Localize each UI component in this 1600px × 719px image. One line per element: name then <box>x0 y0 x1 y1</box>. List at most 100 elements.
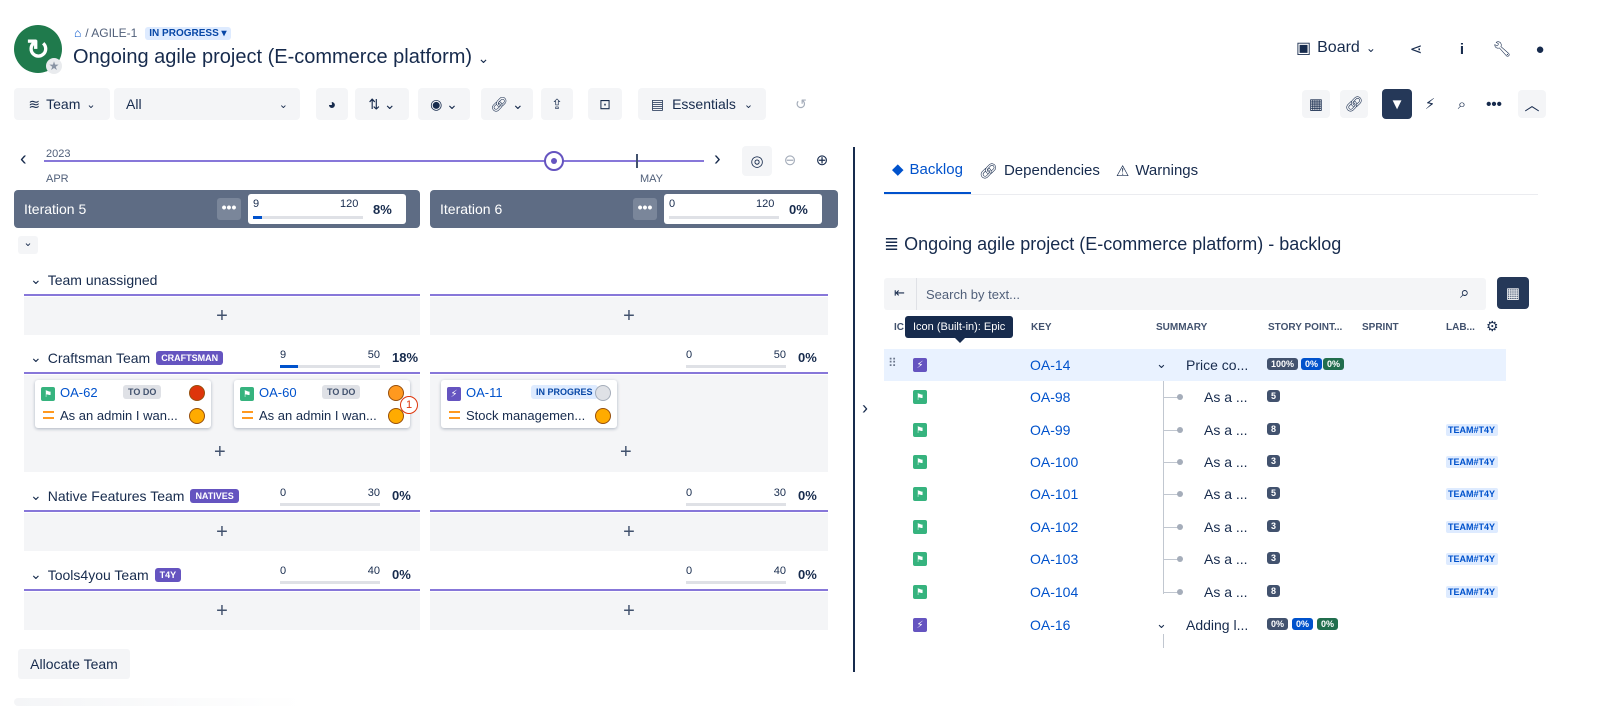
timeline-prev-icon[interactable]: ‹ <box>20 148 27 171</box>
essentials-button[interactable]: ▤ Essentials ⌄ <box>638 88 766 120</box>
issue-key[interactable]: OA-60 <box>259 385 297 400</box>
table-row[interactable]: ⚑ OA-98 As a ... 5 <box>884 381 1506 413</box>
chevron-down-icon[interactable]: ⌄ <box>30 271 42 288</box>
page-title[interactable]: Ongoing agile project (E-commerce platfo… <box>73 46 489 69</box>
more-icon[interactable]: ••• <box>633 198 657 220</box>
user-icon[interactable]: ● <box>1526 35 1554 63</box>
column-header-icon[interactable]: IC <box>894 322 904 333</box>
issue-key[interactable]: OA-98 <box>1030 389 1070 405</box>
expand-all-icon[interactable]: ⌄ <box>18 236 38 254</box>
issue-key[interactable]: OA-102 <box>1030 519 1078 535</box>
table-row[interactable]: ⚑ OA-101 As a ... 5 TEAM#T4Y <box>884 478 1506 510</box>
link-icon[interactable]: 🔗︎ ⌄ <box>481 88 533 120</box>
timeline-next-icon[interactable]: › <box>714 148 721 171</box>
team-row[interactable]: ⌄ Native Features Team NATIVES <box>30 487 239 504</box>
wrench-icon[interactable]: 🔧︎ <box>1488 35 1516 63</box>
breadcrumb-key[interactable]: / AGILE-1 <box>85 26 137 40</box>
issue-key[interactable]: OA-103 <box>1030 551 1078 567</box>
table-row[interactable]: ⚑ OA-99 As a ... 8 TEAM#T4Y <box>884 414 1506 446</box>
scrollbar[interactable] <box>14 698 304 706</box>
filter-select[interactable]: All ⌄ <box>114 88 300 120</box>
info-icon[interactable]: i <box>1448 35 1476 63</box>
column-header-summary[interactable]: SUMMARY <box>1156 322 1207 333</box>
team-row[interactable]: ⌄ Tools4you Team T4Y <box>30 566 182 583</box>
search-input[interactable]: ⇤ Search by text... ⌕ <box>884 278 1486 310</box>
add-item-button[interactable]: + <box>24 297 420 335</box>
calendar-check-icon[interactable]: ▦ <box>1497 277 1529 309</box>
add-item-button[interactable]: + <box>430 297 828 335</box>
label-badge[interactable]: TEAM#T4Y <box>1446 521 1498 533</box>
issue-key[interactable]: OA-14 <box>1030 357 1070 373</box>
allocate-team-button[interactable]: Allocate Team <box>18 649 130 679</box>
link-toggle-icon[interactable]: 🔗︎ <box>1340 90 1368 118</box>
column-header-sprint[interactable]: SPRINT <box>1362 322 1399 333</box>
table-row[interactable]: ⚡︎ OA-16 ⌄ Adding l... 0% 0% 0% <box>884 609 1506 641</box>
issue-key[interactable]: OA-104 <box>1030 584 1078 600</box>
tab-dependencies[interactable]: 🔗︎ Dependencies <box>971 150 1108 195</box>
zoom-out-icon[interactable]: ⊖ <box>776 146 804 174</box>
team-row[interactable]: ⌄ Team unassigned <box>30 271 157 288</box>
add-item-button[interactable]: + <box>620 441 632 464</box>
column-header-labels[interactable]: LAB... <box>1446 322 1475 333</box>
add-item-button[interactable]: + <box>430 513 828 551</box>
table-row[interactable]: ⚑ OA-102 As a ... 3 TEAM#T4Y <box>884 511 1506 543</box>
upload-icon[interactable]: ⇪ <box>541 88 573 120</box>
warning-count-badge[interactable]: 1 <box>400 396 418 414</box>
column-header-story-points[interactable]: STORY POINT... <box>1268 322 1342 333</box>
label-badge[interactable]: TEAM#T4Y <box>1446 586 1498 598</box>
more-icon[interactable]: ••• <box>1480 90 1508 118</box>
label-badge[interactable]: TEAM#T4Y <box>1446 488 1498 500</box>
search-icon[interactable]: ⌕ <box>1448 90 1476 118</box>
issue-key[interactable]: OA-101 <box>1030 486 1078 502</box>
drag-handle-icon[interactable]: ⠿ <box>888 356 897 370</box>
issue-key[interactable]: OA-62 <box>60 385 98 400</box>
tab-warnings[interactable]: ⚠︎ Warnings <box>1108 150 1206 195</box>
view-selector[interactable]: ▣ Board ⌄ <box>1296 38 1376 58</box>
collapse-left-icon[interactable]: ⇤ <box>894 285 905 301</box>
table-row[interactable]: ⠿ ⚡︎ OA-14 ⌄ Price co... 100% 0% 0% <box>884 349 1506 381</box>
status-badge[interactable]: IN PROGRESS ▾ <box>145 26 231 40</box>
zoom-in-icon[interactable]: ⊕ <box>808 146 836 174</box>
gear-icon[interactable]: ⚙︎ <box>1486 318 1499 335</box>
chevron-down-icon[interactable]: ⌄ <box>1156 356 1167 372</box>
issue-card[interactable]: ⚑ OA-60 TO DO As an admin I wan... 1 <box>234 380 418 428</box>
sort-icon[interactable]: ⇅ ⌄ <box>355 88 409 120</box>
add-item-button[interactable]: + <box>24 592 420 630</box>
issue-card[interactable]: ⚑ OA-62 TO DO As an admin I wan... <box>35 380 211 428</box>
more-icon[interactable]: ••• <box>217 198 241 220</box>
timeline-marker[interactable] <box>544 151 564 171</box>
chevron-down-icon[interactable]: ⌄ <box>30 566 42 583</box>
undo-icon[interactable]: ↺ <box>784 88 818 120</box>
star-icon[interactable]: ★ <box>46 58 62 74</box>
iteration-header[interactable]: Iteration 5 ••• 9 120 8% <box>14 190 420 228</box>
target-icon[interactable]: ◎ <box>742 146 772 176</box>
table-row[interactable]: ⚑ OA-104 As a ... 8 TEAM#T4Y <box>884 576 1506 608</box>
label-badge[interactable]: TEAM#T4Y <box>1446 553 1498 565</box>
filter-icon[interactable]: ▼ <box>1382 89 1412 119</box>
eye-icon[interactable]: ◉ ⌄ <box>418 88 470 120</box>
calendar-icon[interactable]: ▦ <box>1302 90 1330 118</box>
column-header-key[interactable]: KEY <box>1031 322 1052 333</box>
issue-key[interactable]: OA-99 <box>1030 422 1070 438</box>
add-item-button[interactable]: + <box>430 592 828 630</box>
label-badge[interactable]: TEAM#T4Y <box>1446 424 1498 436</box>
issue-key[interactable]: OA-11 <box>466 385 503 400</box>
table-row[interactable]: ⚑ OA-100 As a ... 3 TEAM#T4Y <box>884 446 1506 478</box>
issue-key[interactable]: OA-16 <box>1030 617 1070 633</box>
search-icon[interactable]: ⌕ <box>1460 283 1470 303</box>
chevron-down-icon[interactable]: ⌄ <box>30 349 42 366</box>
home-icon[interactable]: ⌂ <box>74 26 81 40</box>
pie-chart-icon[interactable]: ◕ <box>316 88 348 120</box>
share-icon[interactable]: ⋖ <box>1402 35 1430 63</box>
table-row[interactable]: ⚑ OA-103 As a ... 3 TEAM#T4Y <box>884 543 1506 575</box>
add-item-button[interactable]: + <box>214 441 226 464</box>
assign-icon[interactable]: ⊡ <box>588 88 622 120</box>
chevron-down-icon[interactable]: ⌄ <box>30 487 42 504</box>
bolt-icon[interactable]: ⚡︎ <box>1416 90 1444 118</box>
chevron-down-icon[interactable]: ⌄ <box>1156 616 1167 632</box>
add-item-button[interactable]: + <box>24 513 420 551</box>
issue-key[interactable]: OA-100 <box>1030 454 1078 470</box>
team-selector[interactable]: ≋ Team ⌄ <box>14 88 110 120</box>
iteration-header[interactable]: Iteration 6 ••• 0 120 0% <box>430 190 838 228</box>
tab-backlog[interactable]: ◆ Backlog <box>884 150 971 195</box>
